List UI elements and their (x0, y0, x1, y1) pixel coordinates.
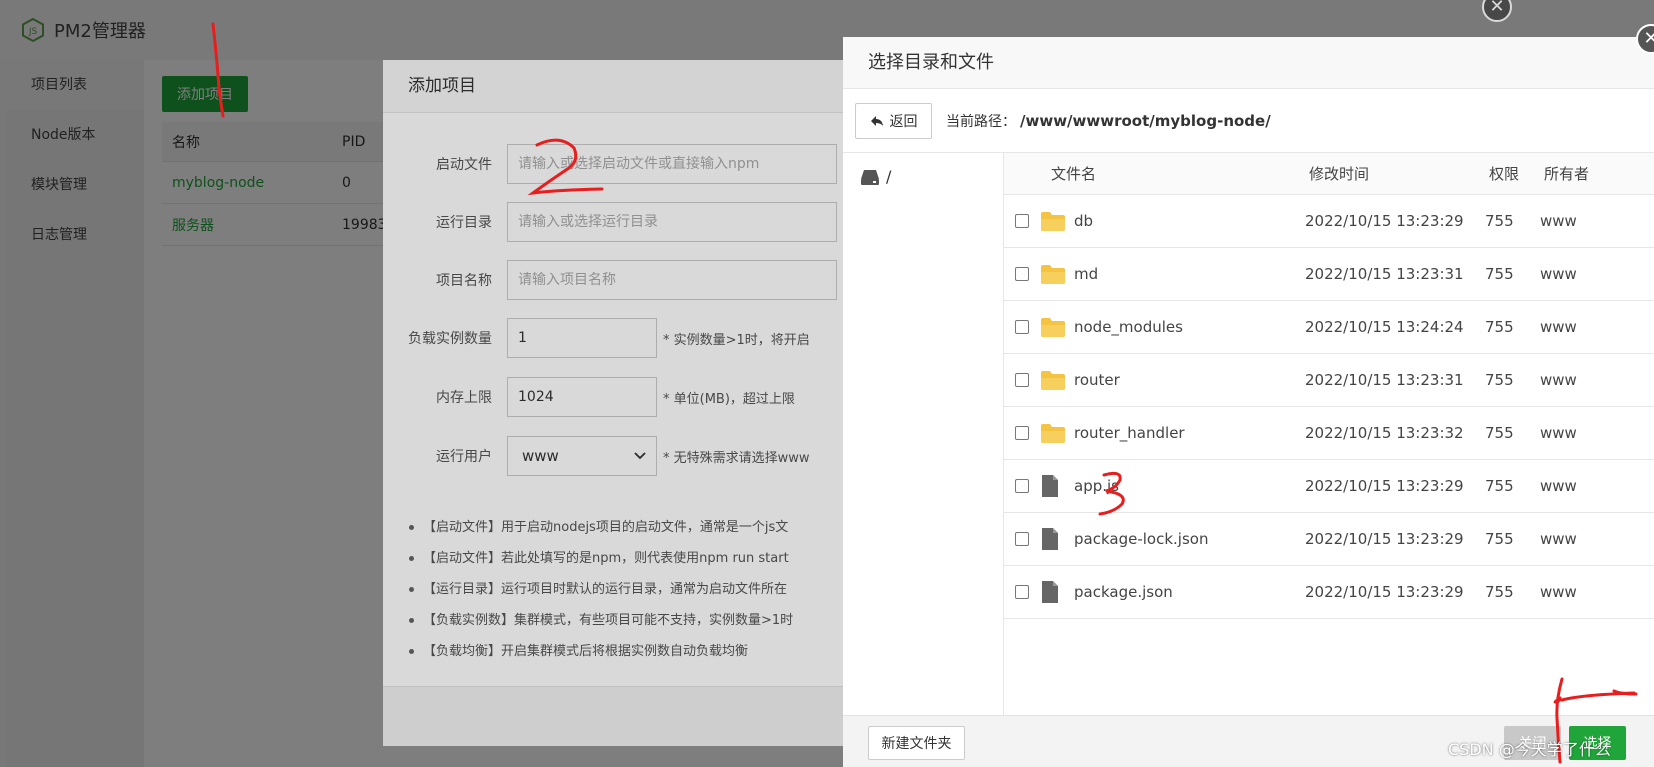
file-name[interactable]: md (1070, 265, 1305, 283)
file-row[interactable]: md 2022/10/15 13:23:31 755 www (1004, 248, 1654, 301)
column-header-owner: 所有者 (1544, 165, 1590, 183)
file-name[interactable]: router_handler (1070, 424, 1305, 442)
column-header-time: 修改时间 (1309, 165, 1370, 183)
file-permission: 755 (1485, 212, 1514, 230)
watermark: CSDN @今天学了什么 (1448, 740, 1611, 759)
file-modified-time: 2022/10/15 13:23:32 (1305, 424, 1464, 442)
row-checkbox[interactable] (1015, 479, 1029, 493)
back-button-label: 返回 (889, 113, 918, 130)
file-modified-time: 2022/10/15 13:23:29 (1305, 212, 1464, 230)
folder-icon (1040, 210, 1070, 232)
back-button[interactable]: 返回 (855, 102, 932, 139)
root-directory-item[interactable]: / (843, 153, 1003, 186)
row-checkbox[interactable] (1015, 426, 1029, 440)
file-owner: www (1540, 583, 1577, 601)
row-checkbox[interactable] (1015, 214, 1029, 228)
file-modified-time: 2022/10/15 13:24:24 (1305, 318, 1464, 336)
column-header-filename: 文件名 (1051, 165, 1097, 183)
file-owner: www (1540, 477, 1577, 495)
file-permission: 755 (1485, 424, 1514, 442)
file-chooser-dialog: 选择目录和文件 返回 当前路径： /www/wwwroot/myblog-nod… (843, 37, 1654, 767)
file-modified-time: 2022/10/15 13:23:31 (1305, 265, 1464, 283)
row-checkbox[interactable] (1015, 320, 1029, 334)
folder-icon (1040, 263, 1070, 285)
directory-tree: / (843, 153, 1004, 715)
file-name[interactable]: package-lock.json (1070, 530, 1305, 548)
file-icon (1040, 580, 1070, 604)
row-checkbox[interactable] (1015, 267, 1029, 281)
file-row[interactable]: package-lock.json 2022/10/15 13:23:29 755 w… (1004, 513, 1654, 566)
row-checkbox[interactable] (1015, 585, 1029, 599)
folder-icon (1040, 422, 1070, 444)
file-modified-time: 2022/10/15 13:23:29 (1305, 530, 1464, 548)
file-dialog-toolbar: 返回 当前路径： /www/wwwroot/myblog-node/ (843, 89, 1654, 153)
column-header-perm: 权限 (1489, 165, 1520, 183)
file-row[interactable]: db 2022/10/15 13:23:29 755 www (1004, 195, 1654, 248)
file-table-header: 文件名 修改时间 权限 所有者 (1004, 153, 1654, 195)
file-row[interactable]: router_handler 2022/10/15 13:23:32 755 www (1004, 407, 1654, 460)
folder-icon (1040, 369, 1070, 391)
file-name[interactable]: app.js (1070, 477, 1305, 495)
file-owner: www (1540, 318, 1577, 336)
file-icon (1040, 527, 1070, 551)
file-owner: www (1540, 265, 1577, 283)
file-owner: www (1540, 371, 1577, 389)
file-row[interactable]: app.js 2022/10/15 13:23:29 755 www (1004, 460, 1654, 513)
file-name[interactable]: node_modules (1070, 318, 1305, 336)
file-name[interactable]: router (1070, 371, 1305, 389)
file-row[interactable]: node_modules 2022/10/15 13:24:24 755 www (1004, 301, 1654, 354)
file-permission: 755 (1485, 265, 1514, 283)
file-row[interactable]: package.json 2022/10/15 13:23:29 755 www (1004, 566, 1654, 619)
file-permission: 755 (1485, 530, 1514, 548)
file-table: 文件名 修改时间 权限 所有者 db 2022/10/15 13:23:29 755… (1004, 153, 1654, 619)
file-name[interactable]: package.json (1070, 583, 1305, 601)
file-icon (1040, 474, 1070, 498)
file-permission: 755 (1485, 477, 1514, 495)
back-arrow-icon (870, 115, 883, 126)
current-path-value: /www/wwwroot/myblog-node/ (1020, 111, 1271, 130)
file-permission: 755 (1485, 583, 1514, 601)
folder-icon (1040, 316, 1070, 338)
current-path-label: 当前路径： (946, 113, 1016, 130)
row-checkbox[interactable] (1015, 373, 1029, 387)
file-permission: 755 (1485, 318, 1514, 336)
new-folder-button[interactable]: 新建文件夹 (868, 726, 965, 760)
file-list: db 2022/10/15 13:23:29 755 www md 2022/10/15 … (1004, 195, 1654, 619)
file-row[interactable]: router 2022/10/15 13:23:31 755 www (1004, 354, 1654, 407)
root-directory-label: / (886, 167, 892, 186)
file-owner: www (1540, 530, 1577, 548)
file-owner: www (1540, 424, 1577, 442)
file-name[interactable]: db (1070, 212, 1305, 230)
file-owner: www (1540, 212, 1577, 230)
file-modified-time: 2022/10/15 13:23:29 (1305, 583, 1464, 601)
file-modified-time: 2022/10/15 13:23:31 (1305, 371, 1464, 389)
file-modified-time: 2022/10/15 13:23:29 (1305, 477, 1464, 495)
row-checkbox[interactable] (1015, 532, 1029, 546)
file-dialog-title: 选择目录和文件 (843, 37, 1654, 89)
disk-icon (861, 169, 879, 185)
file-permission: 755 (1485, 371, 1514, 389)
